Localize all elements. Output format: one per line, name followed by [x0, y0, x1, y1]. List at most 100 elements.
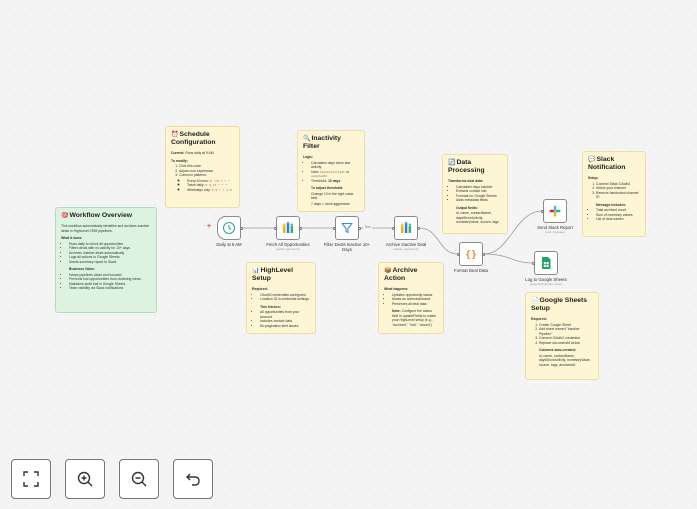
list-item: Preserves all deal data [392, 302, 438, 307]
note-heading: To modify: [171, 158, 189, 163]
note-heading: Logic: [303, 155, 314, 159]
note-title: 🎯Workflow Overview [61, 212, 133, 219]
note-heading: Setup: [588, 176, 599, 180]
note-title: 🔍Inactivity Filter [303, 135, 341, 150]
list-item: Sends summary report to Slack [69, 260, 151, 265]
note-text: Note: Configure the status field in upda… [392, 309, 437, 327]
zoom-in-button[interactable] [65, 459, 105, 499]
node-label: Filter Deals Inactive 10+ Days [323, 242, 371, 252]
node-label: Send Slack Report post: message [537, 225, 573, 234]
svg-text:{}: {} [465, 250, 477, 261]
note-list: Click this node Adjust cron expression C… [171, 164, 234, 192]
note-heading: This fetches: [260, 304, 281, 309]
input-port[interactable] [457, 252, 460, 256]
note-google-sheets-setup[interactable]: 📄Google Sheets Setup Required: Create Go… [525, 292, 599, 380]
input-port[interactable] [532, 261, 535, 265]
node-label: Format Deal Data [454, 268, 488, 273]
note-archive-action[interactable]: 📦Archive Action What happens: Updates op… [378, 262, 444, 334]
list-item: Common patterns: Every 6 hours: 0 */6 * … [179, 173, 234, 192]
node-label: Fetch All Opportunities getAll: opportuni… [266, 242, 310, 251]
list-item: Add sheet named "Inactive Pipeline" [539, 327, 593, 336]
google-sheets-icon [542, 257, 551, 269]
node-log-google-sheets[interactable] [534, 251, 558, 275]
note-text: This workflow automatically identifies a… [61, 224, 150, 233]
undo-icon [186, 473, 200, 486]
note-inactivity-filter[interactable]: 🔍Inactivity Filter Logic: Calculates day… [297, 130, 365, 212]
magnifier-icon: 🔍 [303, 136, 311, 142]
wire-label-true: True [364, 225, 371, 229]
note-data-processing[interactable]: 🔄Data Processing Transforms deal data: C… [442, 154, 508, 234]
input-port[interactable] [274, 226, 277, 230]
note-heading: Message includes: [596, 202, 627, 207]
note-heading: What happens: [384, 287, 409, 291]
list-item: Adds metadata fields [456, 198, 502, 203]
filter-icon [341, 222, 353, 234]
node-format-deal-data[interactable]: {} [459, 242, 483, 266]
note-heading: Required: [531, 317, 547, 321]
list-item: Replace documentId below [539, 341, 593, 346]
node-filter-inactive[interactable] [335, 216, 359, 240]
input-port[interactable] [541, 209, 544, 213]
note-text: id, name, contactName, daysSinceActivity… [456, 211, 499, 224]
node-label: Log to Google Sheets appendOrUpdate: shee… [525, 277, 567, 286]
note-heading: Required: [252, 287, 268, 291]
note-title: 💬Slack Notification [588, 156, 626, 171]
node-archive-deal[interactable] [394, 216, 418, 240]
output-port[interactable] [240, 226, 243, 230]
note-list: Calculates days since last activity Uses… [303, 161, 359, 184]
note-list: Runs daily to check all opportunities Fi… [61, 242, 151, 265]
note-list: Create Google Sheet Add sheet named "Ina… [531, 323, 593, 346]
note-workflow-overview[interactable]: 🎯Workflow Overview This workflow automat… [55, 207, 157, 313]
slack-icon [549, 205, 561, 217]
speech-bubble-icon: 💬 [588, 157, 596, 163]
note-list: Keeps pipelines clean and focused Preven… [61, 273, 151, 291]
node-fetch-opportunities[interactable] [276, 216, 300, 240]
undo-button[interactable] [173, 459, 213, 499]
list-item: Calculates days since last activity [311, 161, 359, 170]
alarm-clock-icon: ⏰ [171, 132, 179, 138]
note-list: Connect Slack OAuth2 Select your channel… [588, 182, 640, 200]
list-item: Team visibility via Slack notifications [69, 286, 151, 291]
add-trigger-icon[interactable]: + [207, 223, 211, 230]
code-braces-icon: {} [465, 250, 477, 261]
note-schedule-configuration[interactable]: ⏰Schedule Configuration Current: Runs da… [165, 126, 240, 208]
input-port[interactable] [333, 226, 336, 230]
note-heading: Output fields: [456, 205, 479, 210]
note-list: OAuth2 credentials configured Location I… [252, 293, 310, 302]
output-port[interactable] [299, 226, 302, 230]
list-item: All opportunities from your account [260, 310, 310, 319]
note-heading: What it does: [61, 236, 83, 240]
document-icon: 📄 [531, 298, 539, 304]
zoom-out-button[interactable] [119, 459, 159, 499]
fit-view-button[interactable] [11, 459, 51, 499]
note-text: Current: Runs daily at 9 AM [171, 151, 214, 155]
node-send-slack-report[interactable] [543, 199, 567, 223]
note-list: All opportunities from your account Incl… [252, 310, 310, 328]
note-text: Change 10 in the right value field [311, 191, 354, 201]
note-title: 🔄Data Processing [448, 159, 485, 174]
output-port[interactable] [417, 226, 420, 230]
refresh-icon: 🔄 [448, 160, 456, 166]
target-icon: 🎯 [61, 213, 69, 219]
fit-view-icon [23, 471, 39, 487]
note-title: 📊HighLevel Setup [252, 267, 293, 282]
note-heading: To adjust threshold: [311, 186, 344, 190]
highlevel-icon [400, 221, 412, 233]
list-item: Weekdays only: 0 9 * * 1-5 [187, 188, 234, 193]
input-port[interactable] [392, 226, 395, 230]
package-icon: 📦 [384, 268, 392, 274]
output-port[interactable] [482, 252, 485, 256]
note-slack-notification[interactable]: 💬Slack Notification Setup: Connect Slack… [582, 151, 646, 237]
node-label: Archive Inactive Deal update: opportunity [385, 242, 427, 251]
zoom-out-icon [131, 471, 147, 487]
list-item: Threshold: 10 days [311, 179, 359, 184]
output-port[interactable] [358, 226, 361, 230]
note-highlevel-setup[interactable]: 📊HighLevel Setup Required: OAuth2 creden… [246, 262, 316, 334]
note-list: Calculates days inactive Extracts contac… [448, 185, 502, 203]
node-label: Daily at 9 AM [216, 242, 242, 247]
node-daily-trigger[interactable] [217, 216, 241, 240]
list-item: Uses lastActivityAt or updatedAt [311, 170, 359, 179]
note-list: Updates opportunity status Marks as arch… [384, 293, 438, 307]
list-item: No pagination limit issues [260, 324, 310, 329]
clock-icon [222, 221, 236, 235]
